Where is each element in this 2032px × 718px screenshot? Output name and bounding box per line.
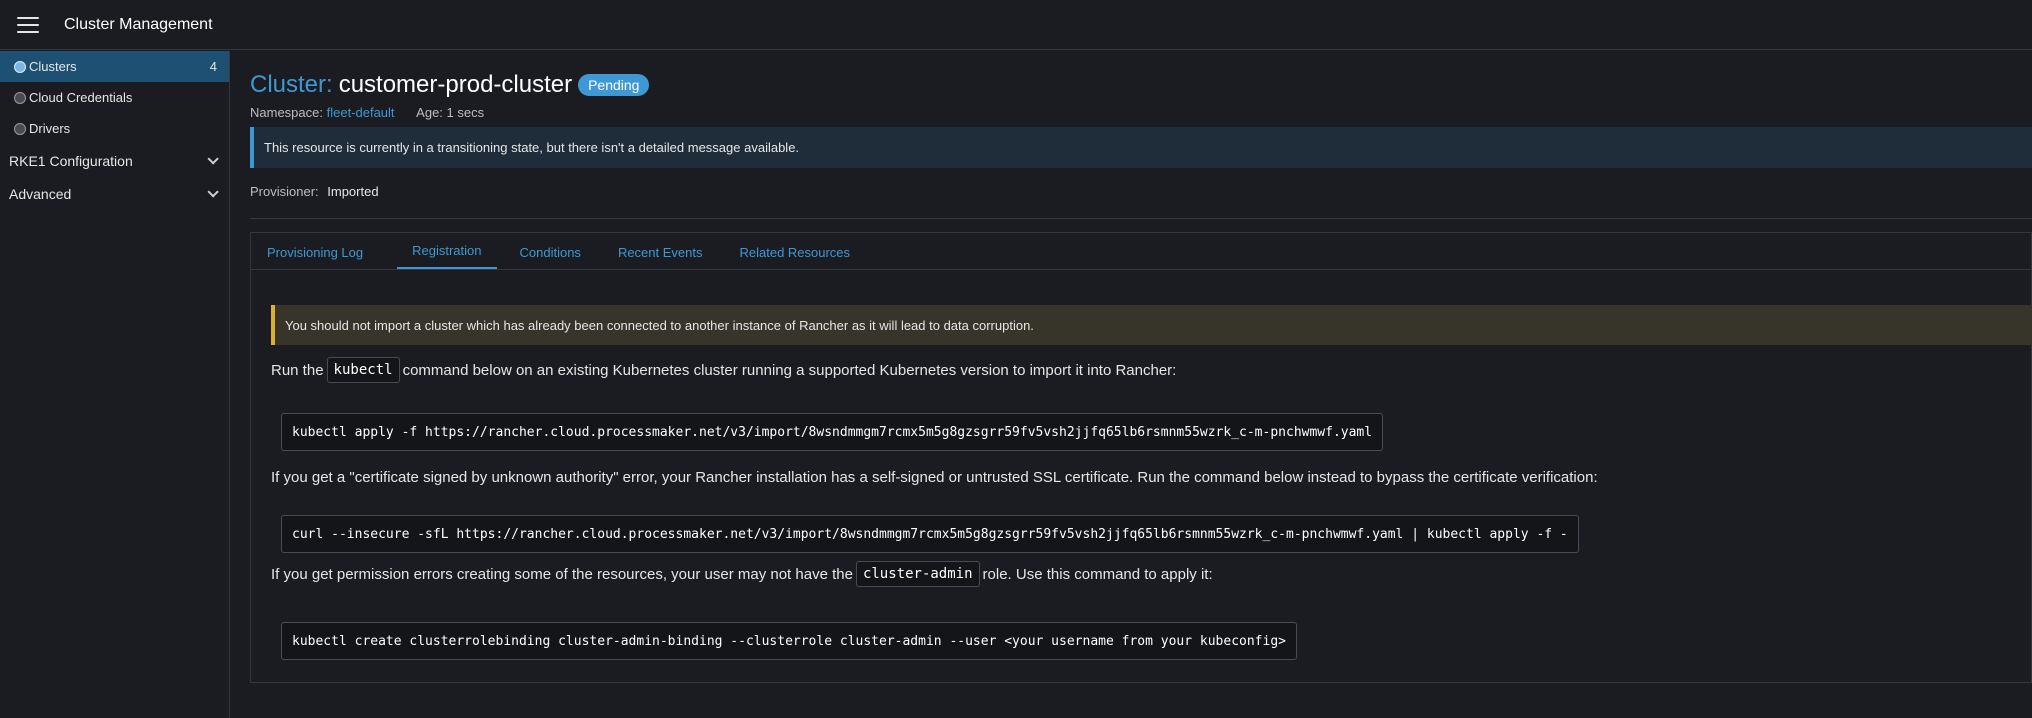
instruction-text: role. Use this command to apply it: — [982, 565, 1213, 583]
sidebar-item-clusters[interactable]: Clusters 4 — [0, 51, 229, 82]
sidebar-group-label: RKE1 Configuration — [9, 152, 133, 169]
age-value: 1 secs — [446, 105, 485, 120]
tab-registration[interactable]: Registration — [397, 243, 497, 269]
permission-instructions: If you get permission errors creating so… — [271, 561, 1213, 587]
sidebar-item-drivers[interactable]: Drivers — [0, 113, 229, 144]
warning-banner: You should not import a cluster which ha… — [271, 305, 2032, 345]
insecure-instructions: If you get a "certificate signed by unkn… — [271, 469, 1598, 486]
sidebar-item-label: Drivers — [29, 121, 71, 136]
provisioner-label: Provisioner: — [250, 184, 319, 199]
sidebar-group-label: Advanced — [9, 185, 72, 202]
tab-provisioning-log[interactable]: Provisioning Log — [266, 245, 377, 269]
clusterrolebinding-command[interactable]: kubectl create clusterrolebinding cluste… — [281, 622, 1297, 660]
page-title: Cluster: customer-prod-cluster Pending — [250, 71, 650, 99]
sidebar-group-rke1-configuration[interactable]: RKE1 Configuration — [0, 144, 229, 177]
top-header: Cluster Management — [0, 0, 2032, 50]
instruction-text: command below on an existing Kubernetes … — [402, 361, 1177, 379]
info-banner: This resource is currently in a transiti… — [250, 127, 2032, 168]
resource-meta: Namespace: fleet-default Age: 1 secs — [250, 105, 484, 120]
globe-icon — [14, 60, 26, 73]
tab-related-resources[interactable]: Related Resources — [738, 245, 864, 269]
main-content: Cluster: customer-prod-cluster Pending N… — [250, 51, 2032, 718]
circle-icon — [14, 122, 26, 135]
product-title: Cluster Management — [64, 15, 213, 33]
import-instructions: Run the kubectl command below on an exis… — [271, 357, 1176, 383]
tab-panel: Provisioning Log Registration Conditions… — [250, 232, 2032, 683]
sidebar-item-label: Clusters — [29, 59, 77, 74]
namespace-link[interactable]: fleet-default — [327, 105, 395, 120]
tab-bar: Provisioning Log Registration Conditions… — [251, 233, 2031, 270]
inline-code: kubectl — [326, 357, 400, 383]
inline-code: cluster-admin — [855, 561, 980, 587]
provisioner-row: Provisioner: Imported — [250, 184, 379, 199]
instruction-text: If you get a "certificate signed by unkn… — [271, 469, 1598, 486]
chevron-down-icon — [207, 185, 219, 198]
cluster-name: customer-prod-cluster — [338, 71, 573, 98]
tab-recent-events[interactable]: Recent Events — [617, 245, 717, 269]
namespace-label: Namespace: — [250, 105, 323, 120]
sidebar: Clusters 4 Cloud Credentials Drivers RKE… — [0, 51, 230, 718]
instruction-text: If you get permission errors creating so… — [271, 565, 853, 583]
hamburger-menu-icon[interactable] — [17, 16, 39, 33]
kubectl-apply-command[interactable]: kubectl apply -f https://rancher.cloud.p… — [281, 413, 1384, 451]
instruction-text: Run the — [271, 361, 324, 379]
divider — [250, 218, 2032, 219]
curl-insecure-command[interactable]: curl --insecure -sfL https://rancher.clo… — [281, 515, 1579, 553]
provisioner-value: Imported — [327, 184, 379, 199]
title-prefix: Cluster: — [250, 71, 333, 98]
sidebar-item-cloud-credentials[interactable]: Cloud Credentials — [0, 82, 229, 113]
sidebar-group-advanced[interactable]: Advanced — [0, 177, 229, 210]
status-badge: Pending — [578, 74, 650, 96]
age-label: Age: — [416, 105, 443, 120]
tab-conditions[interactable]: Conditions — [519, 245, 595, 269]
chevron-down-icon — [207, 152, 219, 165]
circle-icon — [14, 91, 26, 104]
sidebar-item-label: Cloud Credentials — [29, 90, 133, 105]
cluster-count: 4 — [209, 59, 217, 74]
